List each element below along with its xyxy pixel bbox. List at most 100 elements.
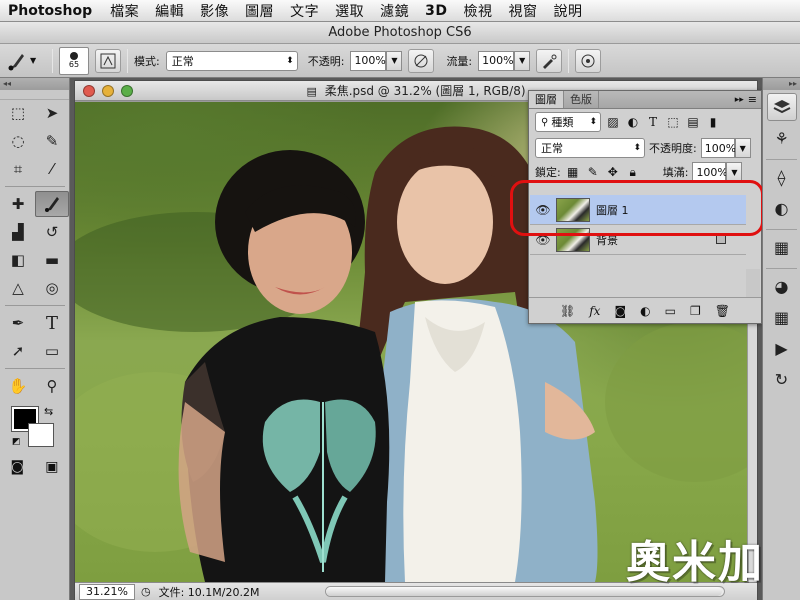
lock-transparent-icon[interactable]: ▦ [565, 164, 581, 180]
channels-icon[interactable]: ⚘ [767, 124, 797, 152]
grid-icon[interactable]: ▦ [767, 303, 797, 331]
hand-icon[interactable]: ✋ [1, 373, 35, 399]
type-icon[interactable]: T [35, 310, 69, 336]
actions-icon[interactable]: ▶ [767, 334, 797, 362]
swatches-icon[interactable]: ◕ [767, 272, 797, 300]
filter-adjustment-icon[interactable]: ◐ [625, 114, 641, 130]
add-mask-icon[interactable]: ◙ [614, 304, 626, 318]
gradient-icon[interactable]: ▬ [35, 247, 69, 273]
airbrush-icon [543, 54, 557, 69]
adjustment-layer-icon[interactable]: ◐ [640, 304, 650, 318]
tab-layers[interactable]: 圖層 [529, 91, 564, 108]
app-menu[interactable]: Photoshop [0, 3, 102, 19]
new-layer-icon[interactable]: ❐ [690, 304, 701, 318]
layer-opacity-dropdown[interactable]: ▼ [734, 138, 751, 158]
flow-input[interactable]: 100% [478, 50, 515, 71]
opacity-input[interactable]: 100% [350, 50, 387, 71]
pressure-size-button[interactable] [575, 48, 602, 73]
status-info-icon[interactable]: ◷ [141, 585, 151, 598]
opacity-dropdown[interactable]: ▼ [386, 50, 403, 71]
clone-stamp-icon[interactable]: ▟ [1, 219, 35, 245]
menu-bar: Photoshop 檔案 編輯 影像 圖層 文字 選取 濾鏡 3D 檢視 視窗 … [0, 0, 800, 22]
zoom-level-field[interactable]: 31.21% [79, 583, 135, 600]
brush-icon[interactable] [35, 191, 69, 217]
collapse-icon[interactable]: ▸▸ [735, 91, 748, 108]
tab-channels[interactable]: 色版 [564, 91, 599, 108]
menu-select[interactable]: 選取 [327, 1, 372, 21]
adjustments-icon[interactable]: ◐ [767, 194, 797, 222]
layer-opacity-input[interactable]: 100% [700, 138, 736, 158]
menu-edit[interactable]: 編輯 [147, 1, 192, 21]
airbrush-button[interactable] [536, 48, 563, 73]
mode-label: 模式: [134, 54, 160, 68]
layers-scrollbar[interactable] [746, 269, 760, 297]
filter-type-icon[interactable]: T [645, 114, 661, 130]
swap-colors-icon[interactable]: ⇆ [44, 405, 53, 418]
filter-smart-object-icon[interactable]: ▤ [685, 114, 701, 130]
background-color-swatch[interactable] [28, 423, 54, 447]
move-icon[interactable]: ➤ [35, 100, 69, 126]
lock-image-icon[interactable]: ✎ [585, 164, 601, 180]
pressure-opacity-button[interactable] [408, 48, 435, 73]
menu-layer[interactable]: 圖層 [237, 1, 282, 21]
default-colors-icon[interactable]: ◩ [12, 437, 21, 447]
history-brush-icon[interactable]: ↺ [35, 219, 69, 245]
quick-mask-icon[interactable]: ◙ [11, 459, 25, 475]
lock-label: 鎖定: [535, 166, 561, 179]
filter-toggle-icon[interactable]: ▮ [705, 114, 721, 130]
link-layers-icon[interactable]: ⛓︎ [560, 304, 575, 318]
healing-brush-icon[interactable]: ✚ [1, 191, 35, 217]
tools-panel-header[interactable]: ◂◂ [0, 78, 69, 90]
menu-image[interactable]: 影像 [192, 1, 237, 21]
color-swatches: ⇆ ◩ [0, 405, 69, 451]
lasso-icon[interactable]: ◌ [1, 128, 35, 154]
close-window-icon[interactable] [83, 85, 95, 97]
screen-mode-icon[interactable]: ▣ [45, 459, 58, 475]
layer-filter-select[interactable]: ⚲ 種類 ⬍ [535, 112, 601, 132]
pen-icon[interactable]: ✒ [1, 310, 35, 336]
dock-header[interactable]: ▸▸ [763, 78, 800, 90]
zoom-window-icon[interactable] [121, 85, 133, 97]
fill-label: 填滿: [662, 166, 689, 179]
quick-selection-icon[interactable]: ✎ [35, 128, 69, 154]
brush-tool-preset-icon[interactable]: ▼ [6, 48, 46, 74]
layers-icon[interactable] [766, 93, 797, 121]
fill-input[interactable]: 100% [692, 162, 728, 182]
filter-pixel-icon[interactable]: ▨ [605, 114, 621, 130]
minimize-window-icon[interactable] [102, 85, 114, 97]
new-group-icon[interactable]: ▭ [665, 304, 676, 318]
brush-preset-picker[interactable]: 65 [59, 46, 89, 75]
history-icon[interactable]: ↻ [767, 365, 797, 393]
paths-icon[interactable]: ⟠ [767, 163, 797, 191]
filter-shape-icon[interactable]: ⬚ [665, 114, 681, 130]
menu-help[interactable]: 說明 [545, 1, 590, 21]
marquee-icon[interactable]: ⬚ [1, 100, 35, 126]
menu-3d[interactable]: 3D [417, 3, 455, 19]
lock-position-icon[interactable]: ✥ [605, 164, 621, 180]
properties-icon[interactable]: ▦ [767, 233, 797, 261]
path-selection-icon[interactable]: ➚ [1, 338, 35, 364]
blend-opacity-row: 正常 ⬍ 不透明度: 100% ▼ [529, 135, 761, 161]
shape-icon[interactable]: ▭ [35, 338, 69, 364]
menu-filter[interactable]: 濾鏡 [372, 1, 417, 21]
blur-icon[interactable]: △ [1, 275, 35, 301]
menu-type[interactable]: 文字 [282, 1, 327, 21]
dodge-icon[interactable]: ◎ [35, 275, 69, 301]
eyedropper-icon[interactable]: ⁄ [35, 156, 69, 182]
panel-grip[interactable] [0, 90, 69, 100]
blend-mode-select[interactable]: 正常 ⬍ [535, 138, 645, 158]
menu-view[interactable]: 檢視 [455, 1, 500, 21]
trash-icon[interactable]: 🗑︎ [715, 304, 730, 318]
flow-dropdown[interactable]: ▼ [514, 50, 531, 71]
mode-select[interactable]: 正常 ⬍ [165, 50, 298, 71]
menu-file[interactable]: 檔案 [102, 1, 147, 21]
lock-all-icon[interactable]: 🔒︎ [625, 164, 641, 180]
menu-window[interactable]: 視窗 [500, 1, 545, 21]
zoom-icon[interactable]: ⚲ [35, 373, 69, 399]
brush-panel-button[interactable] [95, 48, 121, 73]
crop-icon[interactable]: ⌗ [1, 156, 35, 182]
fill-dropdown[interactable]: ▼ [726, 162, 743, 182]
eraser-icon[interactable]: ◧ [1, 247, 35, 273]
fx-icon[interactable]: fx [589, 304, 600, 318]
panel-menu-icon[interactable]: ≡ [748, 91, 761, 108]
